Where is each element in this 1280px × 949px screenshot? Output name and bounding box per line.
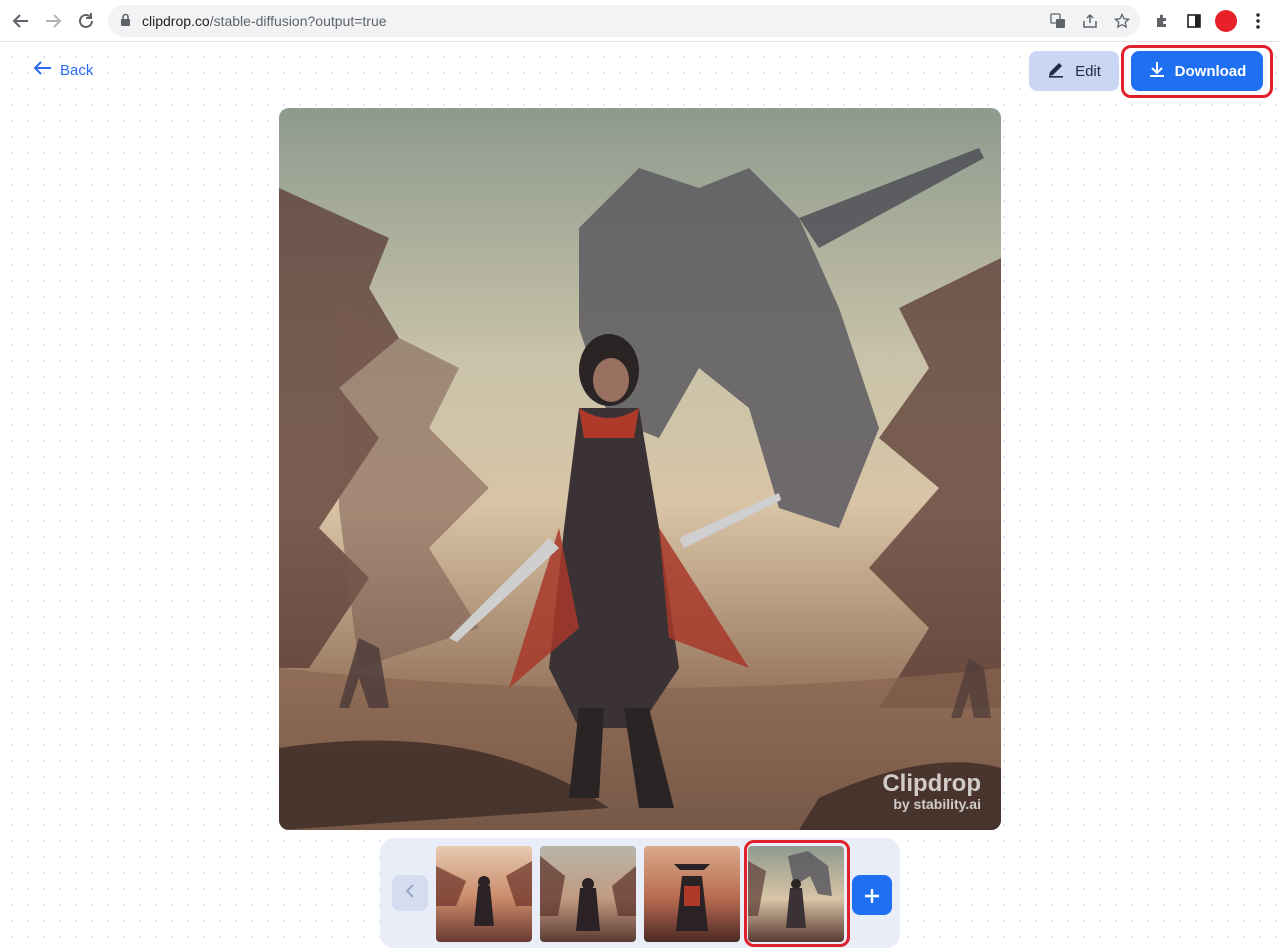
chevron-left-icon [405, 883, 415, 903]
reload-icon[interactable] [73, 8, 99, 34]
plus-icon [864, 880, 880, 911]
generated-image: Clipdrop by stability.ai [279, 108, 1001, 830]
address-bar[interactable]: clipdrop.co/stable-diffusion?output=true [108, 5, 1140, 37]
clipdrop-watermark: Clipdrop by stability.ai [882, 770, 981, 812]
watermark-main: Clipdrop [882, 770, 981, 797]
lock-icon [120, 13, 131, 32]
url-path: /stable-diffusion?output=true [209, 13, 387, 29]
kebab-menu-icon[interactable] [1248, 11, 1268, 31]
add-image-button[interactable] [852, 875, 892, 915]
browser-toolbar: clipdrop.co/stable-diffusion?output=true [0, 0, 1280, 42]
back-arrow-icon[interactable] [8, 8, 34, 34]
download-icon [1148, 60, 1166, 82]
edit-label: Edit [1075, 62, 1101, 80]
download-button[interactable]: Download [1131, 51, 1263, 91]
thumbnail-1[interactable] [436, 846, 532, 942]
translate-icon[interactable] [1048, 11, 1068, 31]
extensions-icon[interactable] [1152, 11, 1172, 31]
samurai-illustration [279, 148, 1001, 830]
back-label: Back [60, 61, 94, 79]
download-label: Download [1174, 62, 1247, 80]
thumbnail-2[interactable] [540, 846, 636, 942]
forward-arrow-icon[interactable] [40, 8, 66, 34]
url-host: clipdrop.co [142, 13, 210, 29]
share-icon[interactable] [1080, 11, 1100, 31]
thumbnail-4[interactable] [748, 846, 844, 942]
page-content: Back Edit Download Clipdrop by stability… [0, 43, 1280, 949]
edit-button[interactable]: Edit [1029, 51, 1119, 91]
back-button[interactable]: Back [33, 61, 94, 79]
pencil-icon [1047, 60, 1065, 82]
thumbnail-bar [380, 838, 900, 948]
side-panel-icon[interactable] [1184, 11, 1204, 31]
arrow-left-icon [33, 61, 52, 79]
url-text: clipdrop.co/stable-diffusion?output=true [142, 13, 387, 29]
thumbnail-3[interactable] [644, 846, 740, 942]
star-icon[interactable] [1112, 11, 1132, 31]
watermark-sub: by stability.ai [893, 796, 981, 812]
previous-button[interactable] [392, 875, 428, 911]
profile-avatar[interactable] [1215, 10, 1237, 32]
